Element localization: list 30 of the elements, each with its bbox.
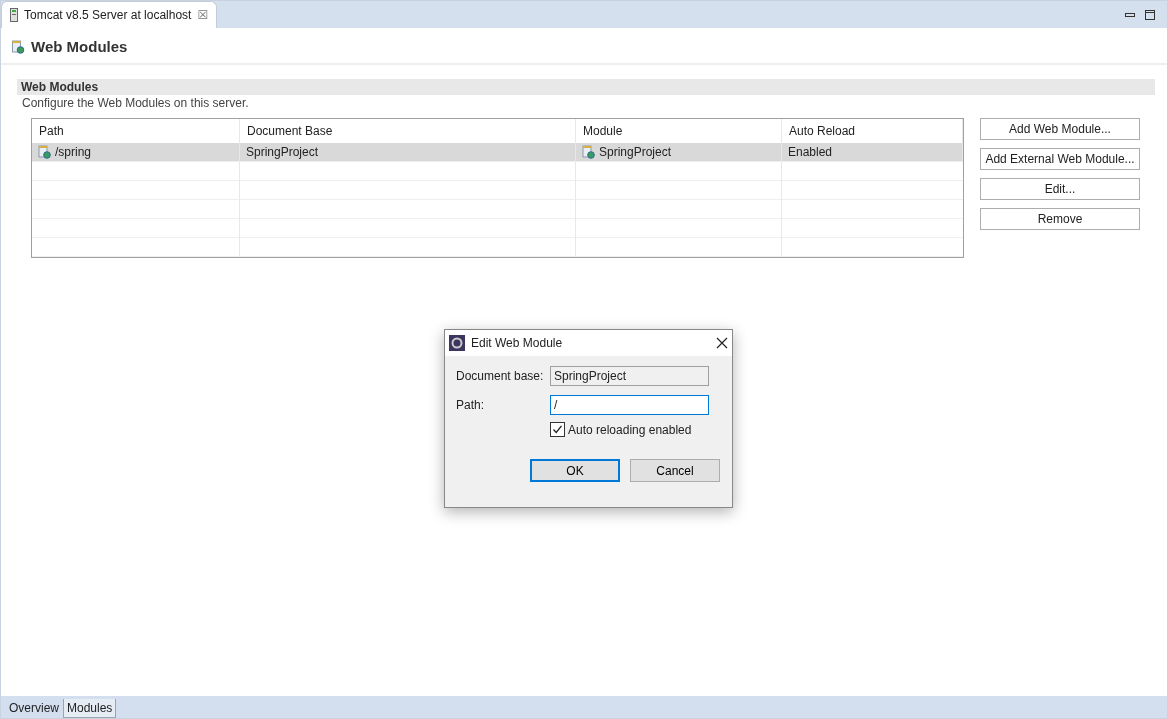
web-module-icon — [11, 39, 25, 54]
maximize-icon[interactable] — [1145, 9, 1155, 20]
section-description: Configure the Web Modules on this server. — [21, 95, 250, 111]
table-cell: Enabled — [782, 143, 963, 162]
page-tab[interactable]: Overview — [5, 699, 63, 718]
dialog-title: Edit Web Module — [471, 336, 564, 350]
close-icon[interactable] — [716, 337, 728, 349]
editor-tab-title: Tomcat v8.5 Server at localhost — [24, 8, 192, 22]
action-button[interactable]: Add External Web Module... — [980, 148, 1140, 170]
action-button[interactable]: Remove — [980, 208, 1140, 230]
dialog-button[interactable]: Cancel — [630, 459, 720, 482]
input-field[interactable]: / — [550, 395, 709, 415]
dialog-button[interactable]: OK — [530, 459, 620, 482]
action-button[interactable]: Add Web Module... — [980, 118, 1140, 140]
close-button[interactable]: ☒ — [197, 8, 209, 22]
web-module-icon — [38, 145, 51, 159]
table-cell: SpringProject — [240, 143, 576, 162]
module-text: SpringProject — [599, 145, 672, 159]
section-title: Web Modules — [17, 79, 1155, 95]
checkbox-label: Auto reloading enabled — [568, 422, 692, 437]
server-icon — [10, 8, 18, 22]
table-cell[interactable]: /spring — [32, 143, 240, 162]
field-label: Path: — [456, 398, 486, 412]
editor-tab[interactable]: Tomcat v8.5 Server at localhost ☒ — [1, 1, 218, 28]
field-label: Document base: — [456, 369, 545, 383]
page-title: Web Modules — [31, 38, 128, 55]
page-tab[interactable]: Modules — [63, 699, 117, 718]
action-button[interactable]: Edit... — [980, 178, 1140, 200]
checkbox[interactable] — [550, 422, 565, 437]
path-text: /spring — [55, 145, 92, 159]
